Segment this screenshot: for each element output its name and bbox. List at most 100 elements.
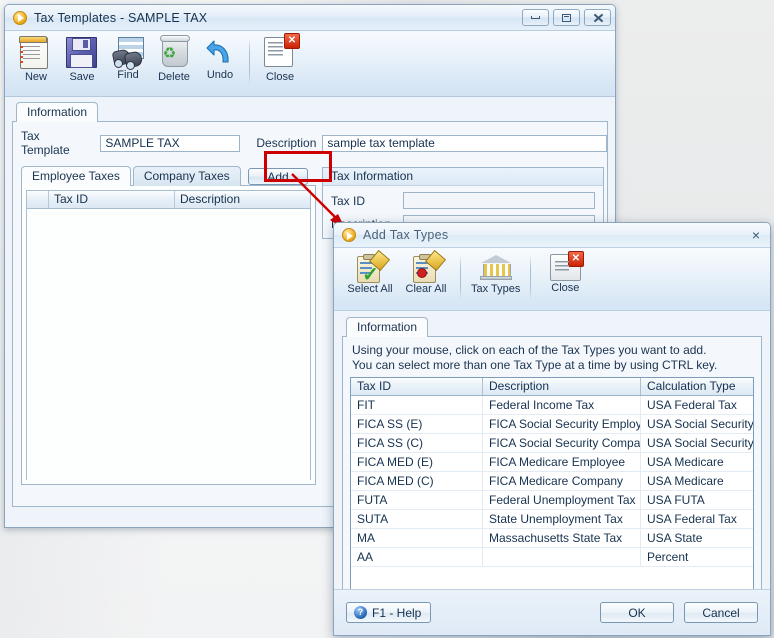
cell-description (483, 548, 641, 566)
employee-taxes-grid-container: Tax ID Description (21, 185, 316, 485)
cell-calculation-type: USA Medicare (647, 455, 724, 469)
cell-tax-id: FICA SS (E) (351, 415, 483, 433)
add-tax-types-dialog: Add Tax Types × ✓ Select All Clear All T… (333, 222, 771, 636)
dialog-tab-information[interactable]: Information (346, 317, 429, 337)
tax-types-table-header: Tax ID Description Calculation Type (351, 378, 753, 396)
add-button-label: Add (267, 169, 289, 184)
grid-col-tax-id: Tax ID (49, 191, 175, 208)
grid-body (27, 209, 310, 481)
window-controls (522, 9, 611, 26)
table-row[interactable]: FICA SS (C) FICA Social Security Company U… (351, 434, 753, 453)
toolbar-close-button[interactable]: ✕ Close (257, 33, 303, 83)
cell-description: Massachusetts State Tax (483, 529, 641, 547)
floppy-disk-icon (66, 37, 98, 69)
dialog-titlebar: Add Tax Types × (334, 223, 770, 248)
grid-col-description: Description (180, 192, 241, 206)
dialog-close-icon[interactable]: × (750, 228, 762, 242)
cell-description: FICA Social Security Company (483, 434, 641, 452)
cell-tax-id: FUTA (351, 491, 483, 509)
cell-tax-id: MA (351, 529, 483, 547)
recycle-bin-icon: ♻ (158, 35, 190, 69)
toolbar-new-label: New (24, 71, 47, 83)
tax-types-button[interactable]: Tax Types (467, 252, 524, 295)
toolbar-delete-label: Delete (158, 71, 190, 83)
toolbar-find-label: Find (117, 69, 139, 81)
table-row[interactable]: FICA MED (E) FICA Medicare Employee USA Me… (351, 453, 753, 472)
tax-id-label: Tax ID (331, 193, 366, 208)
cell-calculation-type: USA FUTA (647, 493, 705, 507)
clipboard-clear-icon (411, 249, 447, 283)
dialog-close-toolbar-button[interactable]: ✕ Close (537, 251, 593, 294)
cell-description: State Unemployment Tax (483, 510, 641, 528)
tab-employee-taxes-label: Employee Taxes (32, 169, 120, 183)
tax-types-label: Tax Types (471, 283, 521, 295)
taxes-tabstrip: Employee Taxes Company Taxes Add (21, 166, 318, 186)
dialog-action-buttons: OK Cancel (600, 602, 758, 623)
toolbar-undo-label: Undo (206, 69, 234, 81)
tax-types-table[interactable]: Tax ID Description Calculation Type FIT F… (350, 377, 754, 590)
cancel-button[interactable]: Cancel (684, 602, 758, 623)
toolbar-close-label: Close (265, 71, 295, 83)
table-row[interactable]: MA Massachusetts State Tax USA State (351, 529, 753, 548)
toolbar-undo-button[interactable]: Undo (197, 35, 243, 81)
dialog-footer: ? F1 - Help OK Cancel (334, 589, 770, 635)
cell-calculation-type: USA Federal Tax (647, 398, 737, 412)
clear-all-button[interactable]: Clear All (398, 249, 454, 295)
close-document-icon: ✕ (264, 33, 300, 69)
dialog-toolbar-separator-1 (460, 255, 461, 300)
table-row[interactable]: AA Percent (351, 548, 753, 567)
cell-calculation-type: USA Social Security (647, 417, 753, 431)
maximize-icon (562, 13, 571, 22)
dialog-app-icon (342, 228, 356, 242)
cell-description: FICA Medicare Employee (483, 453, 641, 471)
toolbar-find-button[interactable]: Find (105, 35, 151, 81)
cell-tax-id: FICA SS (C) (351, 434, 483, 452)
tax-id-input[interactable] (403, 192, 595, 209)
table-row[interactable]: FICA MED (C) FICA Medicare Company USA Med… (351, 472, 753, 491)
close-button[interactable] (584, 9, 611, 26)
table-row[interactable]: FIT Federal Income Tax USA Federal Tax (351, 396, 753, 415)
main-window-titlebar: Tax Templates - SAMPLE TAX (5, 5, 615, 31)
new-document-icon (19, 37, 52, 69)
select-all-button[interactable]: ✓ Select All (342, 249, 398, 295)
cell-tax-id: FIT (351, 396, 483, 414)
close-window-icon: ✕ (549, 251, 584, 281)
grid-header-row: Tax ID Description (27, 191, 310, 209)
undo-arrow-icon (204, 37, 236, 67)
dialog-tabstrip: Information (346, 317, 762, 337)
table-row[interactable]: SUTA State Unemployment Tax USA Federal Ta… (351, 510, 753, 529)
instructions-line-1: Using your mouse, click on each of the T… (352, 343, 707, 357)
tab-information[interactable]: Information (16, 102, 99, 122)
toolbar-delete-button[interactable]: ♻ Delete (151, 35, 197, 83)
cell-calculation-type: USA Federal Tax (647, 512, 737, 526)
table-row[interactable]: FUTA Federal Unemployment Tax USA FUTA (351, 491, 753, 510)
toolbar-save-button[interactable]: Save (59, 35, 105, 83)
cell-tax-id: FICA MED (C) (351, 472, 483, 490)
cell-tax-id: AA (351, 548, 483, 566)
minimize-button[interactable] (522, 9, 549, 26)
toolbar-new-button[interactable]: New (13, 35, 59, 83)
dialog-information-panel: Using your mouse, click on each of the T… (342, 336, 762, 612)
tab-company-taxes-label: Company Taxes (143, 169, 230, 183)
tab-employee-taxes[interactable]: Employee Taxes (21, 166, 131, 186)
tax-id-row: Tax ID (323, 186, 603, 209)
employee-taxes-grid[interactable]: Tax ID Description (26, 190, 311, 481)
window-title: Tax Templates - SAMPLE TAX (34, 10, 208, 25)
dialog-help-icon: ? (354, 606, 367, 619)
main-toolbar: New Save Find ♻ Delete Undo ✕ Close (5, 31, 615, 97)
add-button[interactable]: Add (248, 168, 308, 185)
cell-calculation-type: Percent (647, 550, 689, 564)
dialog-help-button[interactable]: ? F1 - Help (346, 602, 432, 623)
bank-icon (479, 254, 512, 282)
description-input[interactable] (322, 134, 607, 152)
tax-template-label: Tax Template (21, 129, 70, 157)
maximize-button[interactable] (553, 9, 580, 26)
tax-template-input[interactable] (100, 134, 241, 152)
tab-company-taxes[interactable]: Company Taxes (132, 166, 241, 186)
tab-information-label: Information (27, 105, 88, 119)
ok-button[interactable]: OK (600, 602, 674, 623)
dialog-toolbar: ✓ Select All Clear All Tax Types ✕ Close (334, 248, 770, 311)
description-label: Description (256, 136, 317, 150)
table-row[interactable]: FICA SS (E) FICA Social Security Employee… (351, 415, 753, 434)
cell-tax-id: SUTA (351, 510, 483, 528)
